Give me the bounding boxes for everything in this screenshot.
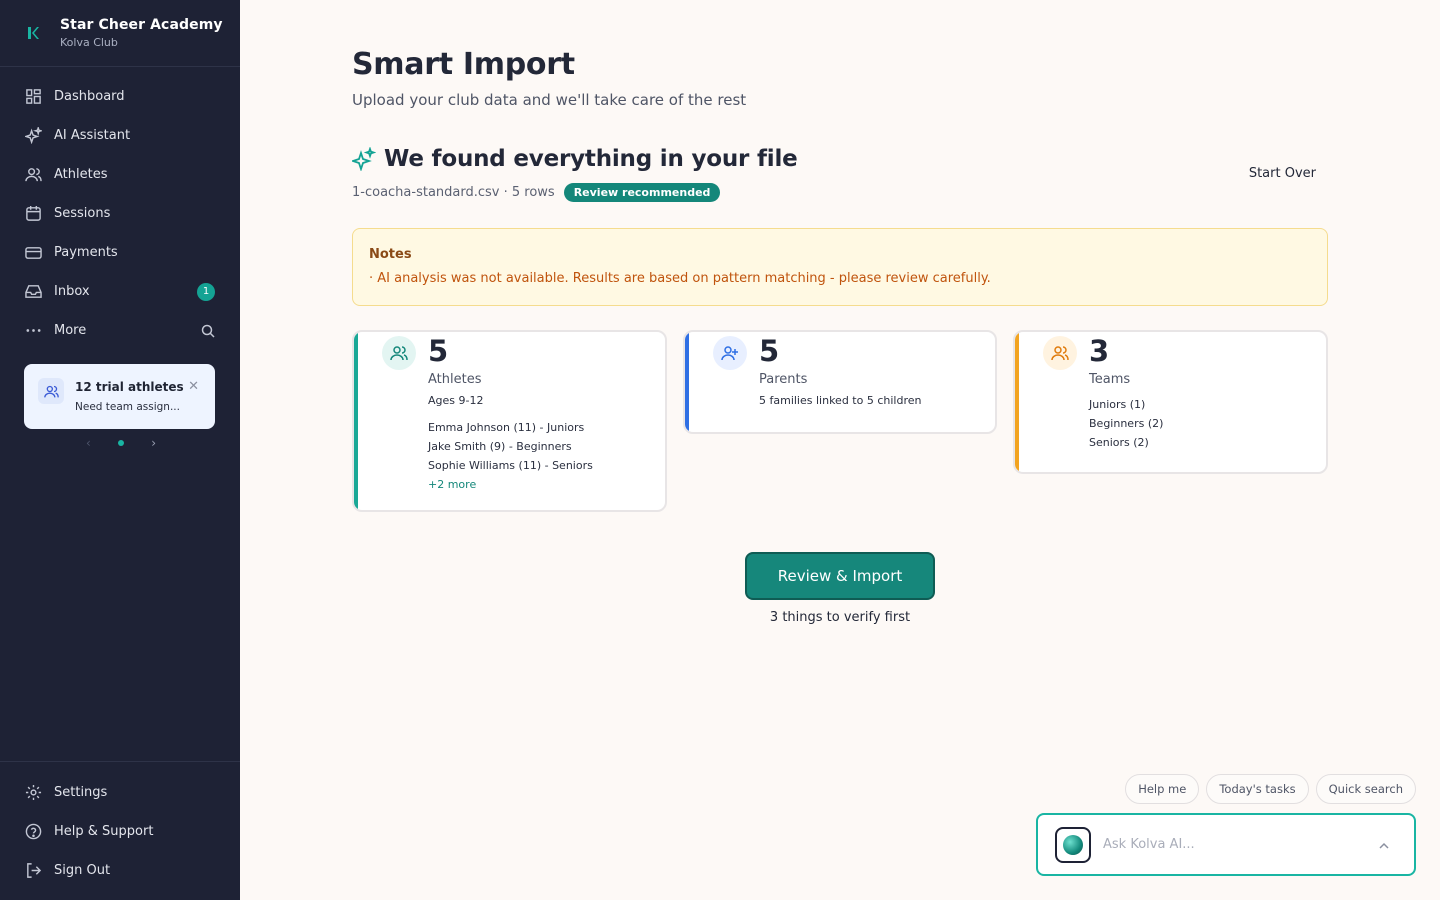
parents-card[interactable]: 5 Parents 5 families linked to 5 childre…	[683, 330, 997, 434]
main-nav: Dashboard AI Assistant Athletes Sessions…	[0, 67, 240, 350]
ask-ai-box[interactable]	[1036, 813, 1416, 876]
trial-athletes-card[interactable]: 12 trial athletes Need team assign... ✕	[24, 364, 215, 429]
sparkles-icon	[24, 127, 42, 145]
nav-item-athletes[interactable]: Athletes	[0, 155, 240, 194]
teams-count: 3	[1089, 334, 1110, 368]
users-icon	[382, 336, 416, 370]
nav-item-help[interactable]: Help & Support	[0, 812, 240, 851]
chevron-up-icon[interactable]	[1378, 837, 1390, 856]
nav-label: Dashboard	[54, 89, 125, 104]
carousel-dot[interactable]	[118, 440, 124, 446]
nav-label: Help & Support	[54, 824, 154, 839]
help-icon	[24, 823, 42, 841]
page-subtitle: Upload your club data and we'll take car…	[352, 91, 747, 109]
carousel-pager: ‹ ›	[86, 436, 156, 450]
notes-title: Notes	[369, 247, 412, 262]
inbox-icon	[24, 283, 42, 301]
trial-card-title: 12 trial athletes	[75, 380, 184, 394]
status-badge: Review recommended	[563, 183, 721, 202]
list-item: Seniors (2)	[1089, 436, 1149, 449]
chip-quick-search[interactable]: Quick search	[1315, 774, 1416, 804]
users-icon	[38, 378, 64, 404]
nav-item-inbox[interactable]: Inbox 1	[0, 272, 240, 311]
search-icon[interactable]	[201, 324, 215, 338]
nav-item-sessions[interactable]: Sessions	[0, 194, 240, 233]
list-item: Juniors (1)	[1089, 398, 1146, 411]
chevron-right-icon[interactable]: ›	[151, 436, 156, 450]
nav-item-settings[interactable]: Settings	[0, 773, 240, 812]
chevron-left-icon[interactable]: ‹	[86, 436, 91, 450]
teams-label: Teams	[1089, 372, 1131, 387]
athletes-ages: Ages 9-12	[428, 394, 484, 407]
more-icon	[24, 322, 42, 340]
club-name: Star Cheer Academy	[60, 17, 223, 33]
dashboard-icon	[24, 88, 42, 106]
athletes-label: Athletes	[428, 372, 482, 387]
nav-label: Sign Out	[54, 863, 111, 878]
parents-count: 5	[759, 334, 780, 368]
parents-details: 5 families linked to 5 children	[759, 394, 921, 413]
athletes-details: Ages 9-12 Emma Johnson (11) - Juniors Ja…	[428, 394, 593, 497]
sign-out-icon	[24, 862, 42, 880]
teams-details: Juniors (1) Beginners (2) Seniors (2)	[1089, 398, 1163, 455]
chip-help-me[interactable]: Help me	[1125, 774, 1200, 804]
card-accent-stripe	[1015, 332, 1019, 472]
result-header: We found everything in your file	[350, 146, 798, 172]
athletes-count: 5	[428, 334, 449, 368]
file-meta: 1-coacha-standard.csv · 5 rows	[352, 185, 555, 200]
nav-item-sign-out[interactable]: Sign Out	[0, 851, 240, 890]
show-more-link[interactable]: +2 more	[428, 478, 593, 491]
ai-avatar-icon	[1055, 826, 1091, 863]
nav-item-payments[interactable]: Payments	[0, 233, 240, 272]
nav-label: Settings	[54, 785, 108, 800]
start-over-button[interactable]: Start Over	[1249, 166, 1316, 181]
parents-detail: 5 families linked to 5 children	[759, 394, 922, 407]
nav-item-more[interactable]: More	[0, 311, 240, 350]
ai-orb-icon	[1063, 834, 1083, 855]
nav-label: Payments	[54, 245, 118, 260]
result-title: We found everything in your file	[384, 146, 798, 172]
close-icon[interactable]: ✕	[188, 379, 199, 394]
brand-header[interactable]: Star Cheer Academy Kolva Club	[0, 0, 240, 67]
page-title: Smart Import	[352, 47, 575, 82]
kolva-logo-icon	[24, 24, 42, 42]
sparkles-icon	[350, 146, 377, 172]
list-item: Emma Johnson (11) - Juniors	[428, 421, 585, 434]
credit-card-icon	[24, 244, 42, 262]
trial-card-subtitle: Need team assign...	[75, 401, 180, 413]
user-plus-icon	[713, 336, 747, 370]
athletes-card[interactable]: 5 Athletes Ages 9-12 Emma Johnson (11) -…	[352, 330, 667, 512]
nav-label: AI Assistant	[54, 128, 131, 143]
list-item: Jake Smith (9) - Beginners	[428, 440, 572, 453]
list-item: Beginners (2)	[1089, 417, 1164, 430]
teams-card[interactable]: 3 Teams Juniors (1) Beginners (2) Senior…	[1013, 330, 1328, 474]
bottom-nav: Settings Help & Support Sign Out	[0, 761, 240, 890]
review-import-button[interactable]: Review & Import	[745, 552, 935, 600]
card-accent-stripe	[354, 332, 358, 510]
gear-icon	[24, 784, 42, 802]
inbox-count-badge: 1	[197, 282, 215, 301]
verify-hint: 3 things to verify first	[769, 610, 911, 625]
nav-label: Athletes	[54, 167, 108, 182]
list-item: Sophie Williams (11) - Seniors	[428, 459, 593, 472]
nav-label: More	[54, 323, 87, 338]
parents-label: Parents	[759, 372, 808, 387]
chip-todays-tasks[interactable]: Today's tasks	[1206, 774, 1309, 804]
nav-item-ai-assistant[interactable]: AI Assistant	[0, 116, 240, 155]
nav-label: Sessions	[54, 206, 111, 221]
sidebar: Star Cheer Academy Kolva Club Dashboard …	[0, 0, 240, 900]
club-subtitle: Kolva Club	[60, 36, 118, 49]
assistant-suggestions: Help me Today's tasks Quick search	[1125, 774, 1416, 804]
users-icon	[1043, 336, 1077, 370]
notes-panel: Notes · AI analysis was not available. R…	[352, 228, 1328, 306]
nav-item-dashboard[interactable]: Dashboard	[0, 77, 240, 116]
ask-ai-input[interactable]	[1103, 837, 1353, 852]
card-accent-stripe	[685, 332, 689, 432]
users-icon	[24, 166, 42, 184]
calendar-icon	[24, 205, 42, 223]
nav-label: Inbox	[54, 284, 90, 299]
notes-text: · AI analysis was not available. Results…	[369, 271, 991, 286]
file-info: 1-coacha-standard.csv · 5 rows Review re…	[352, 183, 721, 202]
